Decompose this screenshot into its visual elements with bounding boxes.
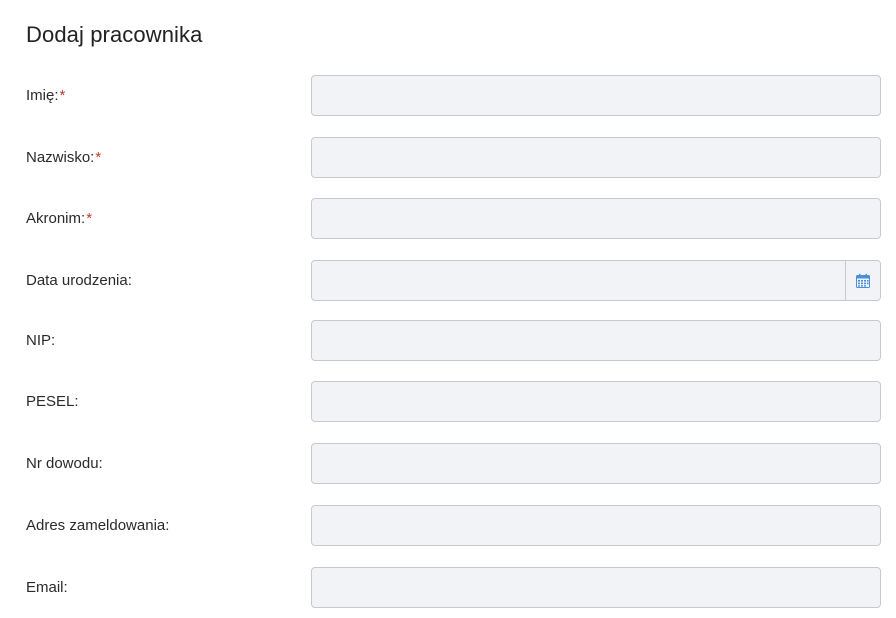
first-name-label-text: Imię: <box>26 87 59 104</box>
birth-date-label: Data urodzenia: <box>26 272 132 289</box>
form-row-email: Email: <box>0 567 896 608</box>
form-row-last-name: Nazwisko:* <box>0 137 896 178</box>
birth-date-field <box>311 260 881 301</box>
required-marker: * <box>95 149 102 166</box>
registered-address-input[interactable] <box>311 505 881 546</box>
pesel-label: PESEL: <box>26 393 79 410</box>
form-row-birth-date: Data urodzenia: <box>0 260 896 301</box>
last-name-label-text: Nazwisko: <box>26 149 95 166</box>
birth-date-input[interactable] <box>312 261 846 300</box>
id-number-input[interactable] <box>311 443 881 484</box>
calendar-button[interactable] <box>845 261 880 300</box>
nip-input[interactable] <box>311 320 881 361</box>
id-number-label: Nr dowodu: <box>26 455 103 472</box>
form-row-id-number: Nr dowodu: <box>0 443 896 484</box>
acronym-label-text: Akronim: <box>26 210 86 227</box>
last-name-input[interactable] <box>311 137 881 178</box>
registered-address-label: Adres zameldowania: <box>26 517 170 534</box>
last-name-label: Nazwisko:* <box>26 137 101 178</box>
calendar-icon <box>856 273 870 288</box>
page-title: Dodaj pracownika <box>26 22 203 47</box>
form-row-first-name: Imię:* <box>0 75 896 116</box>
required-marker: * <box>86 210 93 227</box>
acronym-input[interactable] <box>311 198 881 239</box>
email-input[interactable] <box>311 567 881 608</box>
pesel-input[interactable] <box>311 381 881 422</box>
first-name-label: Imię:* <box>26 75 65 116</box>
first-name-input[interactable] <box>311 75 881 116</box>
form-row-pesel: PESEL: <box>0 381 896 422</box>
form-row-registered-address: Adres zameldowania: <box>0 505 896 546</box>
form-row-acronym: Akronim:* <box>0 198 896 239</box>
email-label: Email: <box>26 579 68 596</box>
acronym-label: Akronim:* <box>26 198 92 239</box>
nip-label: NIP: <box>26 332 56 349</box>
required-marker: * <box>59 87 66 104</box>
form-row-nip: NIP: <box>0 320 896 361</box>
